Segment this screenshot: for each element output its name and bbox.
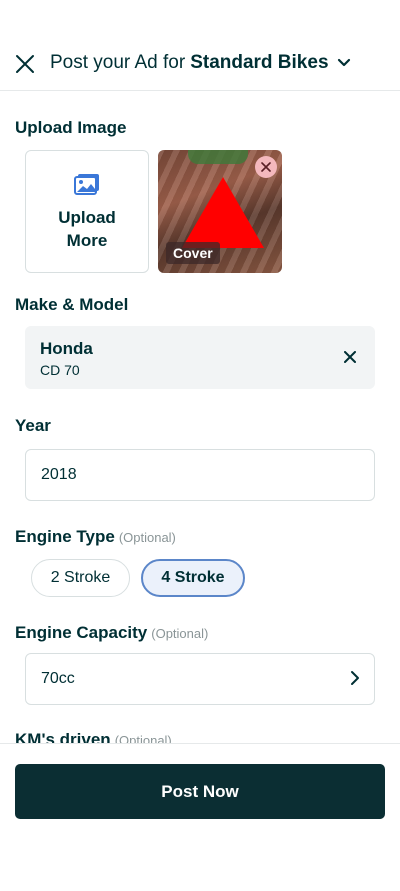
remove-image-button[interactable] (255, 156, 277, 178)
close-icon (16, 55, 34, 73)
upload-more-label: Upload More (58, 207, 116, 250)
chevron-right-icon (350, 670, 360, 686)
category-name: Standard Bikes (190, 52, 329, 73)
make-model-label: Make & Model (15, 295, 129, 314)
close-icon (344, 351, 356, 363)
engine-type-option-2-stroke[interactable]: 2 Stroke (31, 559, 130, 597)
page-title[interactable]: Post your Ad for Standard Bikes (50, 52, 351, 74)
image-icon (74, 173, 99, 195)
engine-capacity-select[interactable]: 70cc (25, 653, 375, 705)
clear-make-model-button[interactable] (341, 348, 359, 366)
cover-badge: Cover (166, 242, 220, 264)
engine-type-label: Engine Type (Optional) (15, 527, 176, 546)
engine-type-option-4-stroke[interactable]: 4 Stroke (141, 559, 245, 597)
close-button[interactable] (12, 51, 38, 77)
uploaded-image-thumbnail[interactable]: Cover (158, 150, 282, 273)
post-now-button[interactable]: Post Now (15, 764, 385, 819)
optional-tag: (Optional) (151, 626, 209, 641)
close-icon (261, 162, 271, 172)
chevron-down-icon (337, 58, 351, 68)
engine-capacity-value: 70cc (41, 670, 75, 687)
warning-triangle-icon (182, 177, 264, 248)
header: Post your Ad for Standard Bikes (0, 0, 400, 91)
make-value: Honda (40, 339, 93, 358)
upload-image-label: Upload Image (15, 118, 127, 137)
year-input[interactable]: 2018 (25, 449, 375, 501)
model-value: CD 70 (40, 362, 80, 378)
title-prefix: Post your Ad for (50, 52, 186, 73)
year-value: 2018 (41, 466, 77, 483)
year-label: Year (15, 416, 51, 435)
upload-more-button[interactable]: Upload More (25, 150, 149, 273)
engine-capacity-label: Engine Capacity (Optional) (15, 623, 209, 642)
optional-tag: (Optional) (118, 530, 176, 545)
make-model-field[interactable]: Honda CD 70 (25, 326, 375, 389)
